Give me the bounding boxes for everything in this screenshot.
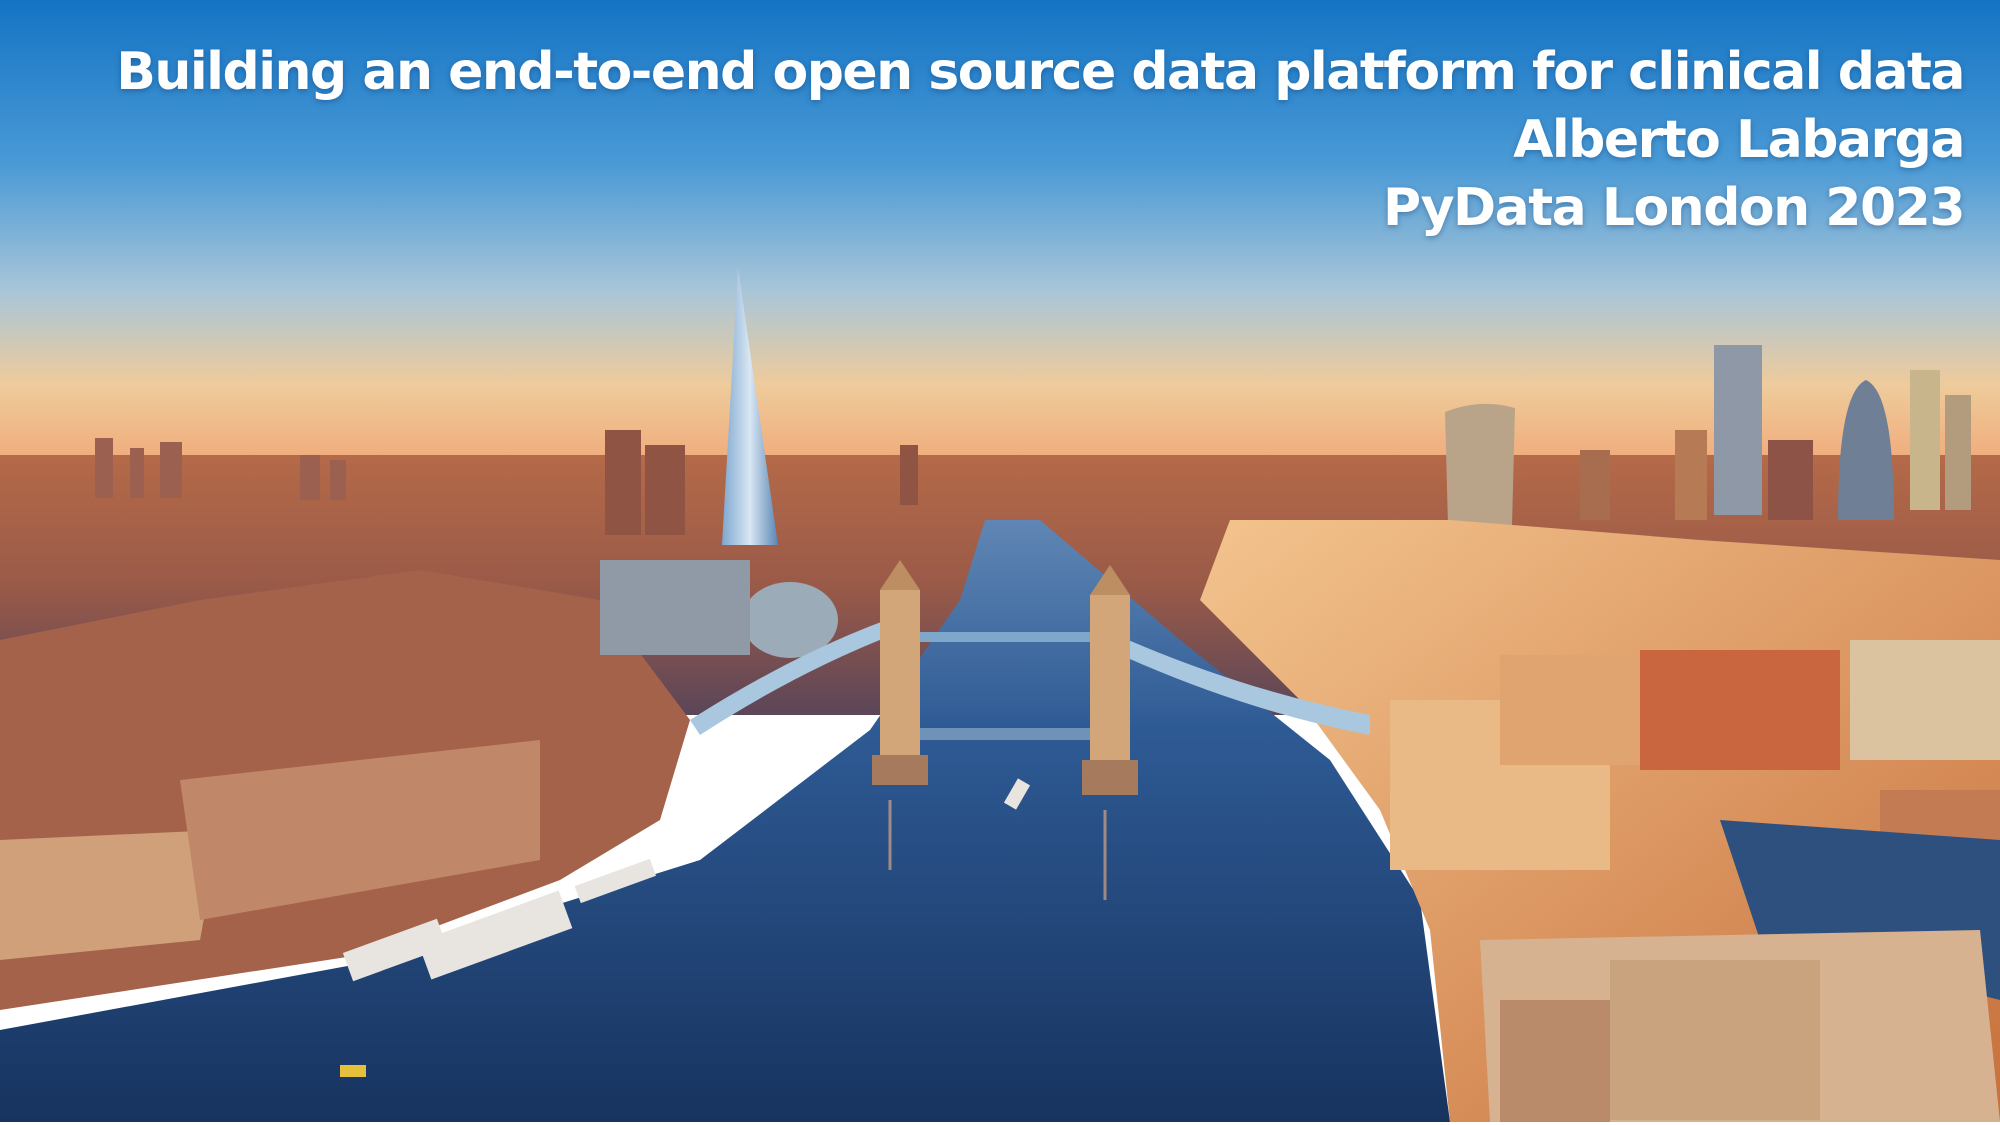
title-block: Building an end-to-end open source data … <box>116 38 1965 242</box>
slide-title: Building an end-to-end open source data … <box>116 42 1965 102</box>
event-name: PyData London 2023 <box>1383 178 1965 238</box>
author-name: Alberto Labarga <box>1513 110 1965 170</box>
slide: Building an end-to-end open source data … <box>0 0 2000 1125</box>
